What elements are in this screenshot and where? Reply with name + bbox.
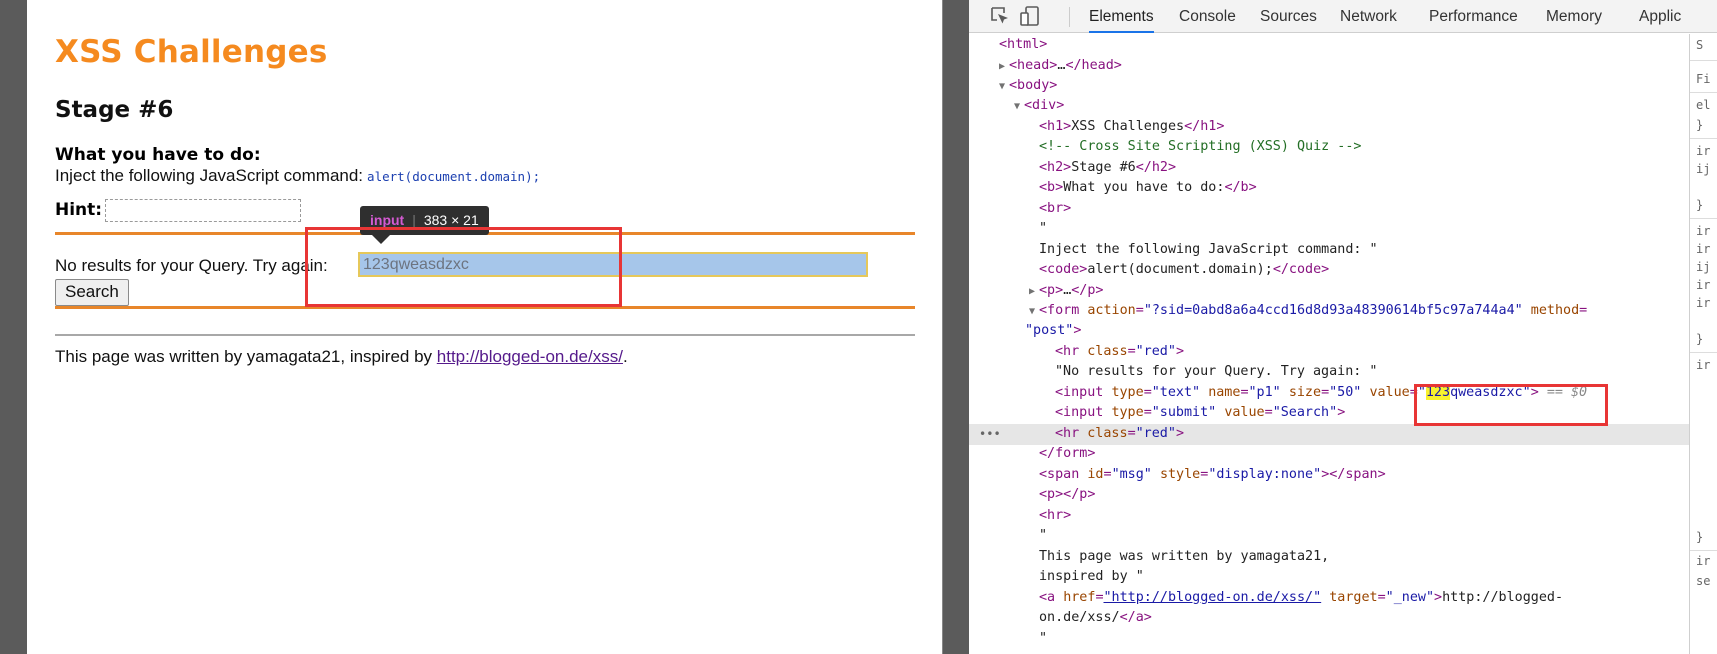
dom-node-comment[interactable]: <!-- Cross Site Scripting (XSS) Quiz --> (1039, 136, 1361, 157)
dom-node-a-cont[interactable]: on.de/xss/</a> (1039, 607, 1152, 628)
styles-divider (1690, 352, 1717, 353)
styles-divider (1690, 138, 1717, 139)
dom-node-br[interactable]: <br> (1039, 198, 1071, 219)
screenshot: XSS Challenges Stage #6 What you have to… (0, 0, 1717, 654)
styles-line: ir (1696, 554, 1711, 568)
styles-divider (1690, 550, 1717, 551)
footer-link[interactable]: http://blogged-on.de/xss/ (437, 347, 623, 366)
dom-node-p[interactable]: ▶ <p>…</p> (1029, 280, 1104, 301)
styles-line: ir (1696, 296, 1711, 310)
collapse-triangle-icon[interactable]: ▼ (1029, 301, 1039, 322)
styles-line: } (1696, 118, 1704, 132)
dom-node-span[interactable]: <span id="msg" style="display:none"></sp… (1039, 464, 1386, 485)
dom-text-quote-2[interactable]: " (1039, 525, 1047, 546)
dom-node-h1[interactable]: <h1>XSS Challenges</h1> (1039, 116, 1224, 137)
tab-sources[interactable]: Sources (1260, 0, 1317, 33)
styles-divider (1690, 60, 1717, 61)
dom-node-b[interactable]: <b>What you have to do:</b> (1039, 177, 1257, 198)
dom-node-div[interactable]: ▼ <div> (1014, 95, 1064, 116)
dom-text-written[interactable]: This page was written by yamagata21, (1039, 546, 1329, 567)
collapse-triangle-icon[interactable]: ▼ (999, 76, 1009, 97)
hint-box[interactable] (105, 199, 301, 222)
tab-elements[interactable]: Elements (1089, 0, 1154, 33)
dom-node-input-submit[interactable]: <input type="submit" value="Search"> (1055, 402, 1345, 423)
styles-line: ij (1696, 162, 1711, 176)
dom-node-head[interactable]: ▶ <head>…</head> (999, 55, 1122, 76)
collapse-triangle-icon[interactable]: ▼ (1014, 96, 1024, 117)
tab-console[interactable]: Console (1179, 0, 1236, 33)
styles-line: } (1696, 530, 1704, 544)
dom-text-noresults[interactable]: "No results for your Query. Try again: " (1055, 361, 1377, 382)
dom-node-form-cont[interactable]: "post"> (1025, 320, 1081, 341)
todo-label: What you have to do: (55, 145, 261, 165)
tooltip-separator: | (412, 212, 416, 228)
dom-text-inject[interactable]: Inject the following JavaScript command:… (1039, 239, 1378, 260)
styles-line: ij (1696, 260, 1711, 274)
dom-node-html[interactable]: <html> (999, 34, 1047, 55)
styles-tab-label[interactable]: S (1696, 38, 1703, 52)
styles-filter[interactable]: Fi (1696, 72, 1710, 86)
dom-node-form-close[interactable]: </form> (1039, 443, 1095, 464)
inject-text: Inject the following JavaScript command: (55, 166, 364, 185)
styles-line: ir (1696, 144, 1711, 158)
divider-gray (55, 334, 915, 336)
tooltip-size: 383 × 21 (423, 212, 479, 228)
styles-line: } (1696, 332, 1704, 346)
dom-text-quote[interactable]: " (1039, 218, 1047, 239)
href-link[interactable]: "http://blogged-on.de/xss/" (1104, 590, 1322, 605)
styles-line: el (1696, 98, 1711, 112)
dom-text-quote-3[interactable]: " (1039, 628, 1047, 649)
search-button[interactable]: Search (55, 279, 129, 306)
stage-heading: Stage #6 (55, 97, 174, 123)
node-menu-dots[interactable]: ••• (979, 424, 1001, 445)
styles-line: ir (1696, 358, 1711, 372)
devtools-panel: Elements Console Sources Network Perform… (969, 0, 1717, 654)
styles-divider (1690, 92, 1717, 93)
hint-label: Hint: (55, 200, 103, 220)
footer-text: This page was written by yamagata21, ins… (55, 347, 628, 367)
styles-line: ir (1696, 224, 1711, 238)
footer-period: . (622, 347, 628, 366)
elements-tree: ••• <html> ▶ <head>…</head> ▼ <body> ▼ <div… (969, 34, 1689, 654)
dom-node-p-empty[interactable]: <p></p> (1039, 484, 1095, 505)
devtools-tab-bar: Elements Console Sources Network Perform… (969, 0, 1717, 33)
inject-instruction: Inject the following JavaScript command:… (55, 166, 540, 186)
tab-application[interactable]: Applic (1639, 0, 1681, 33)
inspect-element-icon[interactable] (989, 5, 1011, 27)
expand-triangle-icon[interactable]: ▶ (1029, 281, 1039, 302)
tab-performance[interactable]: Performance (1429, 0, 1518, 33)
toolbar-divider (1069, 7, 1070, 27)
footer-label: This page was written by yamagata21, ins… (55, 347, 433, 366)
tab-memory[interactable]: Memory (1546, 0, 1602, 33)
dom-node-code[interactable]: <code>alert(document.domain);</code> (1039, 259, 1329, 280)
dom-node-hr-red-1[interactable]: <hr class="red"> (1055, 341, 1184, 362)
styles-pane: S Fi el } ir ij } ir ir ij ir ir } ir } … (1689, 34, 1717, 654)
dom-node-hr-red-2[interactable]: <hr class="red"> (1055, 423, 1184, 444)
browser-page: XSS Challenges Stage #6 What you have to… (27, 0, 943, 654)
styles-line: se (1696, 574, 1711, 588)
tooltip-tag: input (370, 212, 405, 228)
annotation-box-input (305, 227, 622, 307)
inject-code: alert(document.domain); (367, 169, 541, 184)
annotation-box-value (1414, 384, 1608, 426)
styles-line: ir (1696, 278, 1711, 292)
dom-node-hr[interactable]: <hr> (1039, 505, 1071, 526)
no-results-text: No results for your Query. Try again: (55, 256, 328, 275)
styles-line: ir (1696, 242, 1711, 256)
tab-network[interactable]: Network (1340, 0, 1397, 33)
dom-node-a[interactable]: <a href="http://blogged-on.de/xss/" targ… (1039, 587, 1563, 608)
styles-line: } (1696, 198, 1704, 212)
dom-text-inspired[interactable]: inspired by " (1039, 566, 1144, 587)
dom-node-body[interactable]: ▼ <body> (999, 75, 1057, 96)
left-gutter (0, 0, 27, 654)
expand-triangle-icon[interactable]: ▶ (999, 56, 1009, 77)
device-toolbar-icon[interactable] (1019, 5, 1041, 27)
styles-divider (1690, 218, 1717, 219)
right-gutter (943, 0, 969, 654)
dom-node-h2[interactable]: <h2>Stage #6</h2> (1039, 157, 1176, 178)
dom-node-form[interactable]: ▼ <form action="?sid=0abd8a6a4ccd16d8d93a… (1029, 300, 1587, 321)
page-title: XSS Challenges (55, 34, 328, 70)
